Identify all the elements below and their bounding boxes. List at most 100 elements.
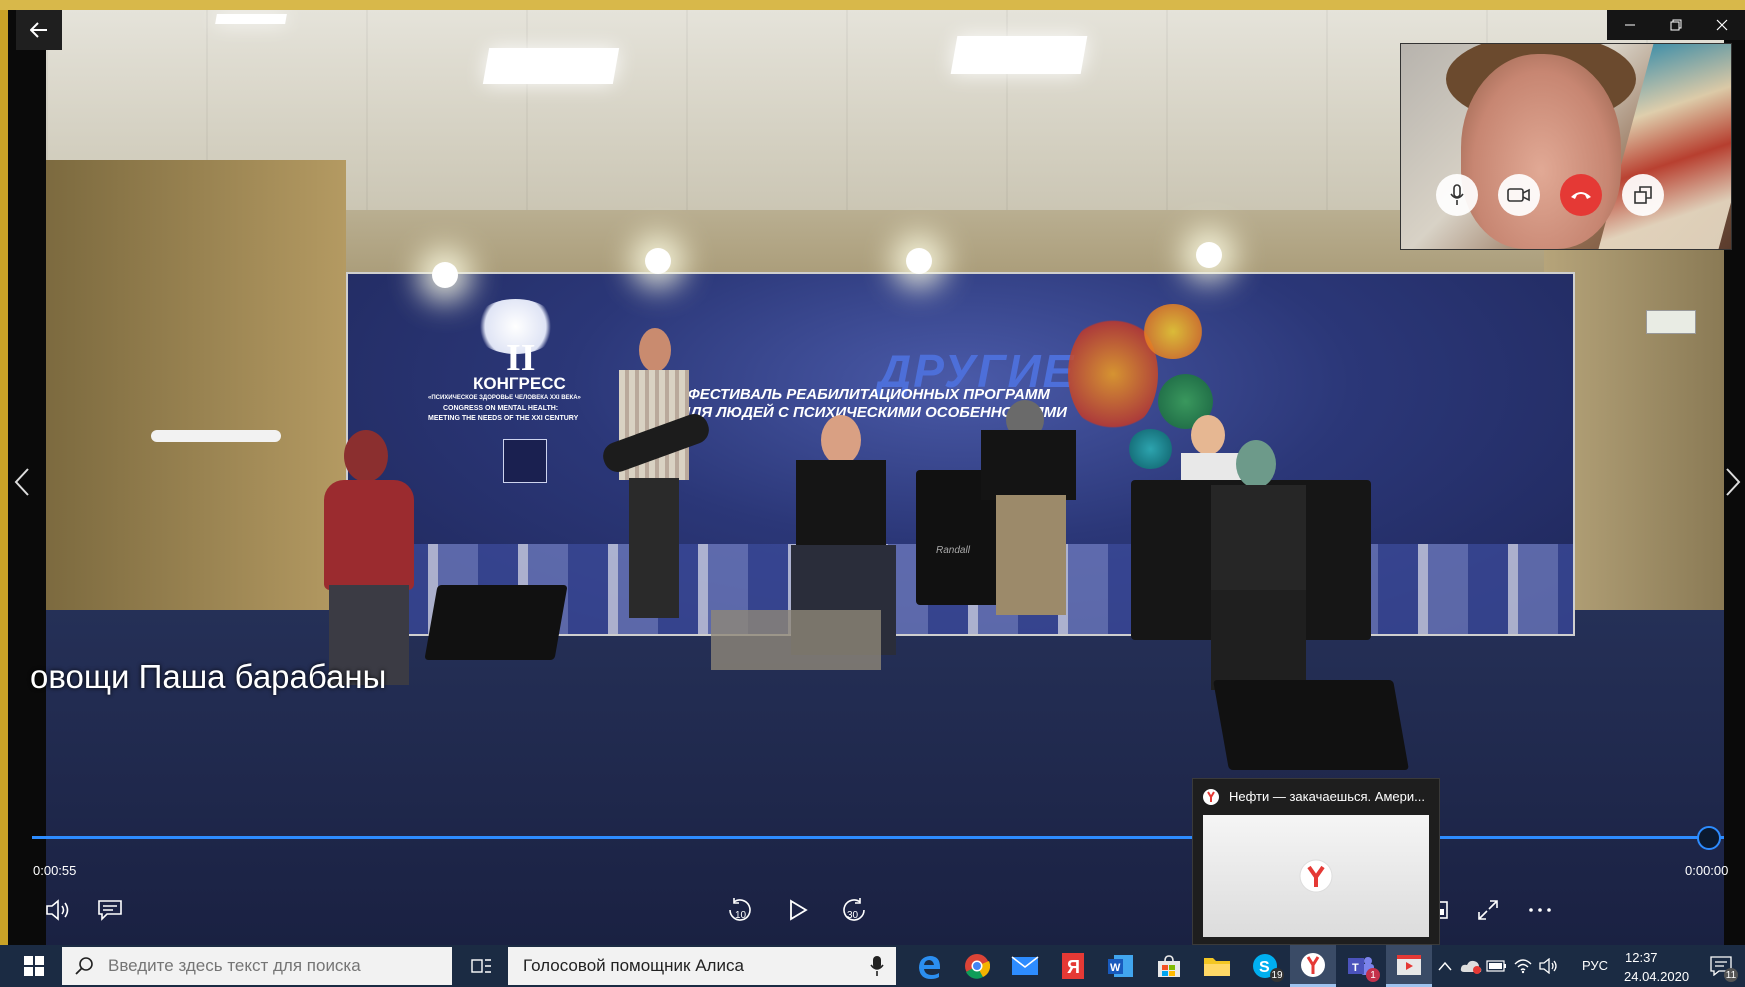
window-controls	[1607, 10, 1745, 40]
seek-bar[interactable]	[32, 836, 1724, 839]
taskbar-search[interactable]	[62, 947, 452, 985]
more-dots-icon	[1529, 908, 1551, 912]
congress-sub3: MEETING THE NEEDS OF THE XXI CENTURY	[428, 415, 579, 422]
taskbar-teams[interactable]: T 1	[1338, 945, 1384, 987]
clock-date[interactable]: 24.04.2020	[1624, 969, 1689, 984]
top-strip	[0, 0, 1745, 10]
congress-sub2: CONGRESS ON MENTAL HEALTH:	[443, 405, 559, 412]
taskbar-movies-tv[interactable]	[1386, 945, 1432, 987]
folder-icon	[1204, 958, 1230, 976]
close-button[interactable]	[1699, 10, 1745, 40]
amp-brand: Randall	[936, 545, 970, 556]
play-button[interactable]	[778, 890, 818, 930]
taskbar: Голосовой помощник Алиса Я W S 19 T 1	[0, 945, 1745, 987]
restore-icon	[1670, 19, 1682, 31]
congress-emblem	[503, 439, 547, 483]
exit-sign	[1646, 310, 1696, 334]
tray-battery[interactable]	[1484, 945, 1510, 987]
rug	[711, 610, 881, 670]
rewind-10-icon: 10	[729, 898, 751, 921]
speaker-icon	[46, 899, 69, 921]
pip-face	[1461, 54, 1621, 249]
rewind-10-button[interactable]: 10	[720, 890, 760, 930]
chevron-up-icon	[1438, 961, 1452, 971]
microphone-icon[interactable]	[870, 955, 884, 977]
preview-thumbnail[interactable]	[1203, 815, 1429, 937]
microphone-icon	[1450, 184, 1464, 205]
taskbar-file-explorer[interactable]	[1194, 945, 1240, 987]
fullscreen-button[interactable]	[1468, 890, 1508, 930]
play-icon	[790, 899, 808, 921]
action-center-button[interactable]: 11	[1700, 945, 1742, 987]
cloud-error-icon	[1460, 960, 1482, 974]
wifi-icon	[1514, 959, 1532, 974]
minimize-icon	[1625, 24, 1635, 26]
volume-button[interactable]	[38, 890, 78, 930]
microphone-button[interactable]	[1436, 174, 1478, 216]
start-button[interactable]	[12, 945, 56, 987]
video-call-preview[interactable]	[1400, 43, 1732, 250]
edge-icon	[919, 956, 940, 979]
svg-text:10: 10	[735, 910, 747, 921]
yandex-browser-icon	[1203, 789, 1219, 805]
stage-spotlight	[432, 262, 458, 288]
back-button[interactable]	[16, 10, 62, 50]
congress-title: КОНГРЕСС	[473, 374, 566, 393]
cafe-table	[151, 430, 281, 442]
expand-call-button[interactable]	[1622, 174, 1664, 216]
seek-thumb[interactable]	[1697, 826, 1721, 850]
taskbar-edge[interactable]	[906, 945, 952, 987]
ceiling-light	[950, 36, 1088, 74]
clock-time[interactable]: 12:37	[1625, 950, 1658, 965]
preview-title: Нефти — закачаешься. Амери...	[1229, 789, 1425, 804]
taskbar-store[interactable]	[1146, 945, 1192, 987]
battery-icon	[1486, 960, 1506, 972]
task-view-button[interactable]	[460, 945, 504, 987]
next-item-button[interactable]	[1725, 465, 1741, 506]
yandex-browser-icon	[1301, 952, 1325, 977]
taskbar-preview-popup[interactable]: Нефти — закачаешься. Амери...	[1192, 778, 1440, 945]
camera-button[interactable]	[1498, 174, 1540, 216]
chevron-left-icon	[14, 468, 29, 496]
restore-button[interactable]	[1653, 10, 1699, 40]
film-icon	[1397, 954, 1421, 975]
yandex-logo-icon	[1299, 859, 1333, 893]
taskbar-yandex-browser[interactable]	[1290, 945, 1336, 987]
svg-text:Я: Я	[1067, 957, 1080, 977]
taskbar-chrome[interactable]	[954, 945, 1000, 987]
stage-spotlight	[645, 248, 671, 274]
tray-onedrive[interactable]	[1458, 945, 1484, 987]
call-controls	[1436, 174, 1664, 216]
minimize-button[interactable]	[1607, 10, 1653, 40]
search-input[interactable]	[106, 955, 430, 977]
alice-label: Голосовой помощник Алиса	[523, 956, 744, 975]
subtitle-text: овощи Паша барабаны	[30, 658, 387, 695]
windows-logo-icon	[24, 956, 44, 976]
subtitles-button[interactable]	[90, 890, 130, 930]
close-icon	[1716, 19, 1728, 31]
ceiling-light	[482, 48, 620, 84]
guitarist-standing	[591, 328, 713, 628]
taskbar-word[interactable]: W	[1098, 945, 1144, 987]
forward-30-button[interactable]: 30	[834, 890, 874, 930]
svg-text:S: S	[1259, 959, 1270, 976]
tray-volume[interactable]	[1536, 945, 1562, 987]
svg-text:W: W	[1110, 962, 1121, 974]
search-icon	[75, 957, 93, 975]
alice-voice-assistant[interactable]: Голосовой помощник Алиса	[508, 947, 896, 985]
taskbar-yandex[interactable]: Я	[1050, 945, 1096, 987]
taskbar-mail[interactable]	[1002, 945, 1048, 987]
previous-item-button[interactable]	[14, 465, 30, 506]
ceiling-light	[215, 14, 287, 24]
svg-text:30: 30	[847, 910, 859, 921]
svg-text:T: T	[1352, 962, 1359, 974]
more-options-button[interactable]	[1520, 890, 1560, 930]
captions-icon	[98, 900, 122, 921]
tray-overflow-button[interactable]	[1432, 945, 1458, 987]
tray-wifi[interactable]	[1510, 945, 1536, 987]
end-call-button[interactable]	[1560, 174, 1602, 216]
remaining-time: 0:00:00	[1685, 863, 1729, 878]
fullscreen-icon	[1478, 900, 1498, 920]
taskbar-skype[interactable]: S 19	[1242, 945, 1288, 987]
input-language[interactable]: РУС	[1582, 958, 1608, 973]
